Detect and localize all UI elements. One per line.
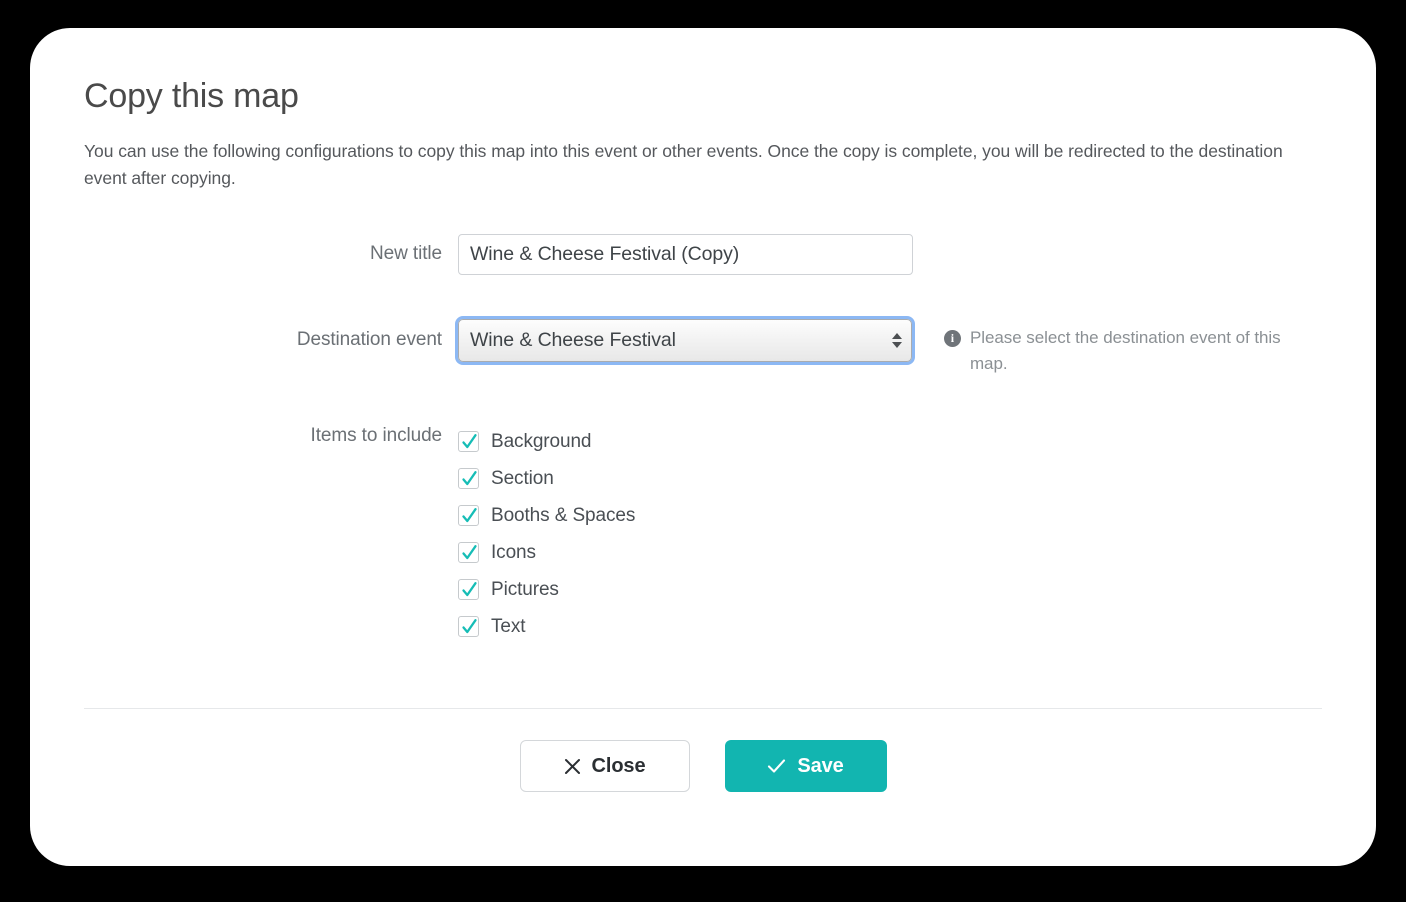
checkbox-text[interactable] [458, 616, 479, 637]
checkbox-label: Booths & Spaces [491, 504, 636, 526]
page-title: Copy this map [84, 77, 299, 115]
list-item[interactable]: Booths & Spaces [458, 497, 635, 534]
destination-event-selected-value: Wine & Cheese Festival [470, 329, 676, 351]
checkbox-booths-spaces[interactable] [458, 505, 479, 526]
checkbox-label: Section [491, 467, 554, 489]
checkbox-label: Icons [491, 541, 536, 563]
form-row-new-title: New title [84, 234, 1322, 275]
new-title-control [458, 234, 1322, 275]
items-to-include-label: Items to include [310, 425, 443, 446]
save-button[interactable]: Save [724, 740, 887, 792]
copy-map-form: New title Destination event Wine & Chees… [84, 234, 1322, 645]
save-button-label: Save [797, 754, 844, 777]
modal-footer: Close Save [30, 740, 1376, 792]
checkbox-icons[interactable] [458, 542, 479, 563]
list-item[interactable]: Section [458, 460, 635, 497]
close-button[interactable]: Close [519, 740, 690, 792]
check-icon [767, 758, 786, 774]
list-item[interactable]: Pictures [458, 571, 635, 608]
info-icon: i [943, 330, 961, 347]
items-to-include-control: Background Section Booths & Spaces Icons Pic… [458, 423, 1322, 645]
checkbox-section[interactable] [458, 468, 479, 489]
destination-event-control: Wine & Cheese Festival i Please select t… [458, 319, 1322, 377]
checkbox-background[interactable] [458, 431, 479, 452]
copy-map-modal: Copy this map You can use the following … [30, 28, 1376, 866]
checkbox-pictures[interactable] [458, 579, 479, 600]
close-button-label: Close [591, 754, 646, 777]
checkbox-label: Background [491, 430, 592, 452]
list-item[interactable]: Background [458, 423, 635, 460]
close-x-icon [564, 758, 581, 775]
modal-description: You can use the following configurations… [84, 141, 1283, 188]
new-title-input[interactable] [458, 234, 913, 275]
list-item[interactable]: Text [458, 608, 635, 645]
stepper-arrows-icon[interactable] [891, 328, 903, 354]
form-row-destination-event: Destination event Wine & Cheese Festival… [84, 319, 1322, 377]
footer-divider [84, 708, 1322, 709]
destination-event-select[interactable]: Wine & Cheese Festival [458, 319, 912, 362]
destination-event-help: i Please select the destination event of… [943, 319, 1322, 377]
destination-event-help-text: Please select the destination event of t… [969, 328, 1281, 373]
new-title-label: New title [370, 243, 442, 264]
items-checkbox-list: Background Section Booths & Spaces Icons Pic… [458, 423, 635, 645]
list-item[interactable]: Icons [458, 534, 635, 571]
destination-event-label: Destination event [296, 329, 442, 350]
form-row-items-to-include: Items to include Background Section Booths… [84, 423, 1322, 645]
checkbox-label: Pictures [491, 578, 559, 600]
checkbox-label: Text [491, 615, 526, 637]
